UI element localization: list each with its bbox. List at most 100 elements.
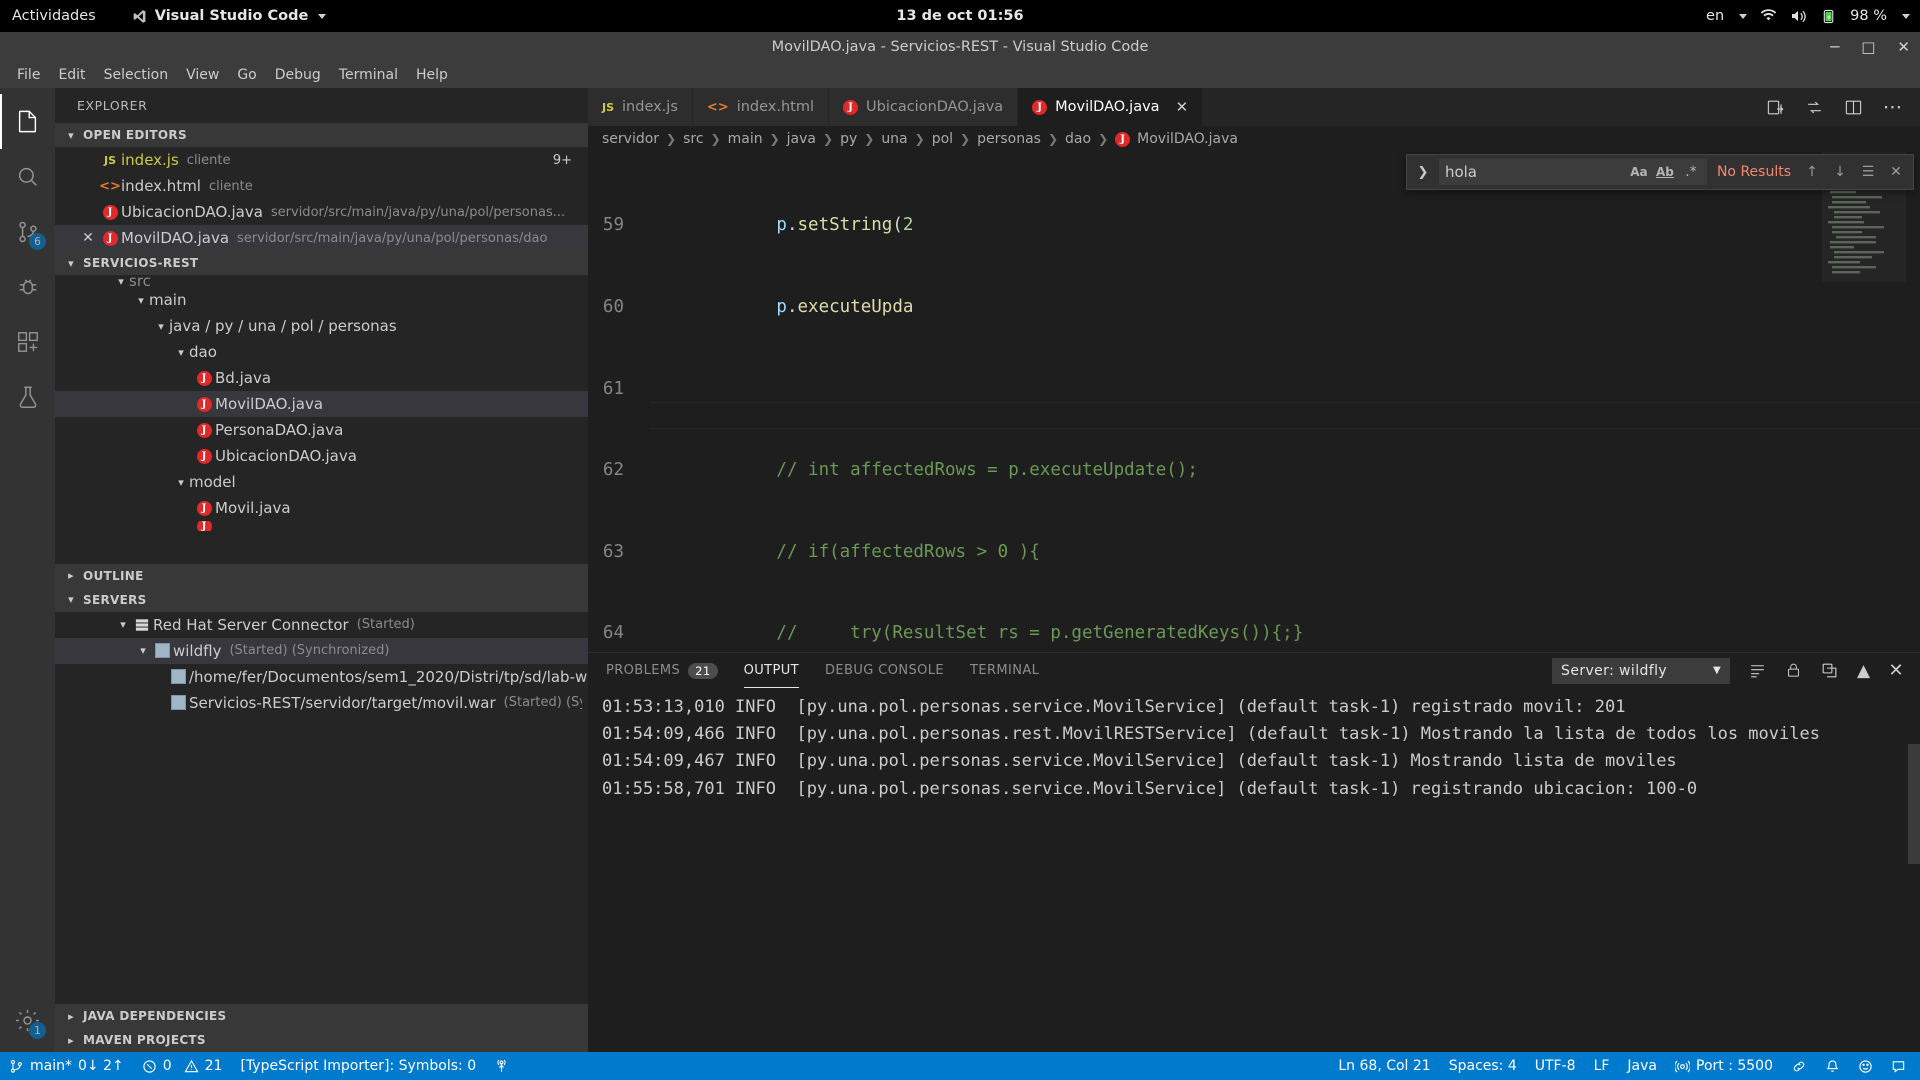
menu-debug[interactable]: Debug xyxy=(266,65,330,85)
tree-item-movildao-java[interactable]: J MovilDAO.java xyxy=(55,391,588,417)
breadcrumb-item-py[interactable]: py xyxy=(840,131,857,147)
status-live-server-port[interactable]: Port : 5500 xyxy=(1666,1052,1782,1080)
server-red-hat-connector[interactable]: ▾ Red Hat Server Connector (Started) xyxy=(55,612,588,638)
panel-tab-problems[interactable]: PROBLEMS 21 xyxy=(606,653,718,688)
activitybar-search[interactable] xyxy=(0,149,55,204)
find-in-selection-icon[interactable]: ☰ xyxy=(1857,164,1879,180)
whole-word-icon[interactable]: Ab xyxy=(1655,162,1675,182)
breadcrumb-item-main[interactable]: main xyxy=(728,131,763,147)
workspace-tree[interactable]: ▾ src ▾ main ▾ java / py / una / pol / p… xyxy=(55,275,588,564)
tree-item-partial[interactable]: J xyxy=(55,521,588,531)
tab-index-js[interactable]: JS index.js xyxy=(588,88,693,126)
output-scrollbar[interactable] xyxy=(1908,688,1920,1052)
tree-item-src[interactable]: ▾ src xyxy=(55,275,588,287)
code-editor[interactable]: ❯ hola Aa Ab .* No Results ↑ ↓ ☰ ✕ xyxy=(588,152,1920,652)
breadcrumb-item-src[interactable]: src xyxy=(683,131,703,147)
output-panel-body[interactable]: 01:53:13,010 INFO [py.una.pol.personas.s… xyxy=(588,688,1920,1052)
status-cursor-position[interactable]: Ln 68, Col 21 xyxy=(1329,1052,1439,1080)
section-servers[interactable]: ▾ SERVERS xyxy=(55,588,588,612)
clear-output-icon[interactable] xyxy=(1748,661,1767,680)
close-button[interactable]: ✕ xyxy=(1897,38,1910,56)
breadcrumb-item-pol[interactable]: pol xyxy=(932,131,953,147)
open-editor-index-js[interactable]: JS index.js cliente 9+ xyxy=(55,147,588,173)
match-case-icon[interactable]: Aa xyxy=(1629,162,1649,182)
tree-item-main[interactable]: ▾ main xyxy=(55,287,588,313)
breadcrumb-item-personas[interactable]: personas xyxy=(977,131,1041,147)
toggle-replace-icon[interactable]: ❯ xyxy=(1413,165,1433,180)
open-editor-movildao-java[interactable]: ✕ J MovilDAO.java servidor/src/main/java… xyxy=(55,225,588,251)
breadcrumb-item-dao[interactable]: dao xyxy=(1065,131,1091,147)
menu-go[interactable]: Go xyxy=(228,65,265,85)
section-servicios-rest[interactable]: ▾ SERVICIOS-REST xyxy=(55,251,588,275)
tree-item-ubicaciondao-java[interactable]: J UbicacionDAO.java xyxy=(55,443,588,469)
maximize-panel-icon[interactable]: ▲ xyxy=(1857,661,1870,681)
section-maven-projects[interactable]: ▸ MAVEN PROJECTS xyxy=(55,1028,588,1052)
activitybar-testing[interactable] xyxy=(0,369,55,424)
maximize-button[interactable]: □ xyxy=(1861,38,1875,56)
status-indentation[interactable]: Spaces: 4 xyxy=(1440,1052,1526,1080)
open-editor-ubicaciondao-java[interactable]: J UbicacionDAO.java servidor/src/main/ja… xyxy=(55,199,588,225)
battery-icon[interactable] xyxy=(1821,9,1837,24)
status-eol[interactable]: LF xyxy=(1585,1052,1619,1080)
status-smiley[interactable] xyxy=(1849,1052,1882,1080)
activities-button[interactable]: Actividades xyxy=(12,8,96,24)
tab-movildao-java[interactable]: J MovilDAO.java ✕ xyxy=(1018,88,1203,126)
server-deployment-path[interactable]: /home/fer/Documentos/sem1_2020/Distri/tp… xyxy=(55,664,588,690)
activitybar-settings[interactable]: 1 xyxy=(0,993,55,1048)
panel-tab-output[interactable]: OUTPUT xyxy=(744,653,799,688)
server-wildfly[interactable]: ▾ wildfly (Started) (Synchronized) xyxy=(55,638,588,664)
status-branch[interactable]: main* 0↓ 2↑ xyxy=(0,1052,133,1080)
status-language-mode[interactable]: Java xyxy=(1618,1052,1666,1080)
tree-item-java-package[interactable]: ▾ java / py / una / pol / personas xyxy=(55,313,588,339)
menu-view[interactable]: View xyxy=(177,65,228,85)
tree-item-dao[interactable]: ▾ dao xyxy=(55,339,588,365)
tree-item-personadao-java[interactable]: J PersonaDAO.java xyxy=(55,417,588,443)
output-channel-select[interactable]: Server: wildfly ▼ xyxy=(1552,658,1730,684)
new-window-icon[interactable] xyxy=(1820,661,1839,680)
breadcrumb-item-java[interactable]: java xyxy=(787,131,816,147)
activitybar-extensions[interactable] xyxy=(0,314,55,369)
panel-tab-debug-console[interactable]: DEBUG CONSOLE xyxy=(825,653,944,688)
section-open-editors[interactable]: ▾ OPEN EDITORS xyxy=(55,123,588,147)
lock-scroll-icon[interactable] xyxy=(1785,661,1802,680)
menu-selection[interactable]: Selection xyxy=(95,65,178,85)
server-deployment-war[interactable]: Servicios-REST/servidor/target/movil.war… xyxy=(55,690,588,716)
status-radio-tower[interactable] xyxy=(485,1052,518,1080)
find-input-box[interactable]: hola Aa Ab .* xyxy=(1439,159,1707,185)
tree-item-model[interactable]: ▾ model xyxy=(55,469,588,495)
breadcrumb-item-file[interactable]: MovilDAO.java xyxy=(1137,131,1238,147)
status-feedback[interactable] xyxy=(1882,1052,1920,1080)
open-changes-icon[interactable] xyxy=(1766,98,1785,117)
status-notifications[interactable] xyxy=(1816,1052,1849,1080)
status-live-share[interactable] xyxy=(1782,1052,1816,1080)
find-widget[interactable]: ❯ hola Aa Ab .* No Results ↑ ↓ ☰ ✕ xyxy=(1406,154,1914,190)
wifi-icon[interactable] xyxy=(1760,9,1777,23)
open-editor-index-html[interactable]: <> index.html cliente xyxy=(55,173,588,199)
breadcrumb-item-una[interactable]: una xyxy=(881,131,907,147)
activitybar-explorer[interactable] xyxy=(0,94,55,149)
close-icon[interactable]: ✕ xyxy=(77,230,99,246)
menu-help[interactable]: Help xyxy=(407,65,457,85)
split-sync-icon[interactable] xyxy=(1805,98,1824,117)
close-panel-icon[interactable]: ✕ xyxy=(1889,660,1904,681)
panel-tab-terminal[interactable]: TERMINAL xyxy=(970,653,1039,688)
tab-index-html[interactable]: <> index.html xyxy=(693,88,829,126)
previous-match-icon[interactable]: ↑ xyxy=(1801,164,1823,180)
section-outline[interactable]: ▸ OUTLINE xyxy=(55,564,588,588)
keyboard-layout-button[interactable]: en xyxy=(1706,8,1724,24)
menu-terminal[interactable]: Terminal xyxy=(330,65,407,85)
status-problems[interactable]: 0 21 xyxy=(133,1052,232,1080)
close-find-icon[interactable]: ✕ xyxy=(1885,164,1907,180)
volume-icon[interactable] xyxy=(1790,9,1808,23)
tab-ubicaciondao-java[interactable]: J UbicacionDAO.java xyxy=(829,88,1018,126)
servers-tree[interactable]: ▾ Red Hat Server Connector (Started) ▾ w… xyxy=(55,612,588,716)
split-editor-icon[interactable] xyxy=(1844,98,1863,117)
next-match-icon[interactable]: ↓ xyxy=(1829,164,1851,180)
menu-file[interactable]: File xyxy=(8,65,49,85)
tree-item-movil-java[interactable]: J Movil.java xyxy=(55,495,588,521)
status-encoding[interactable]: UTF-8 xyxy=(1526,1052,1585,1080)
menu-edit[interactable]: Edit xyxy=(49,65,94,85)
more-actions-icon[interactable]: ⋯ xyxy=(1883,96,1904,118)
active-app-menu[interactable]: Visual Studio Code xyxy=(132,8,327,24)
tree-item-bd-java[interactable]: J Bd.java xyxy=(55,365,588,391)
